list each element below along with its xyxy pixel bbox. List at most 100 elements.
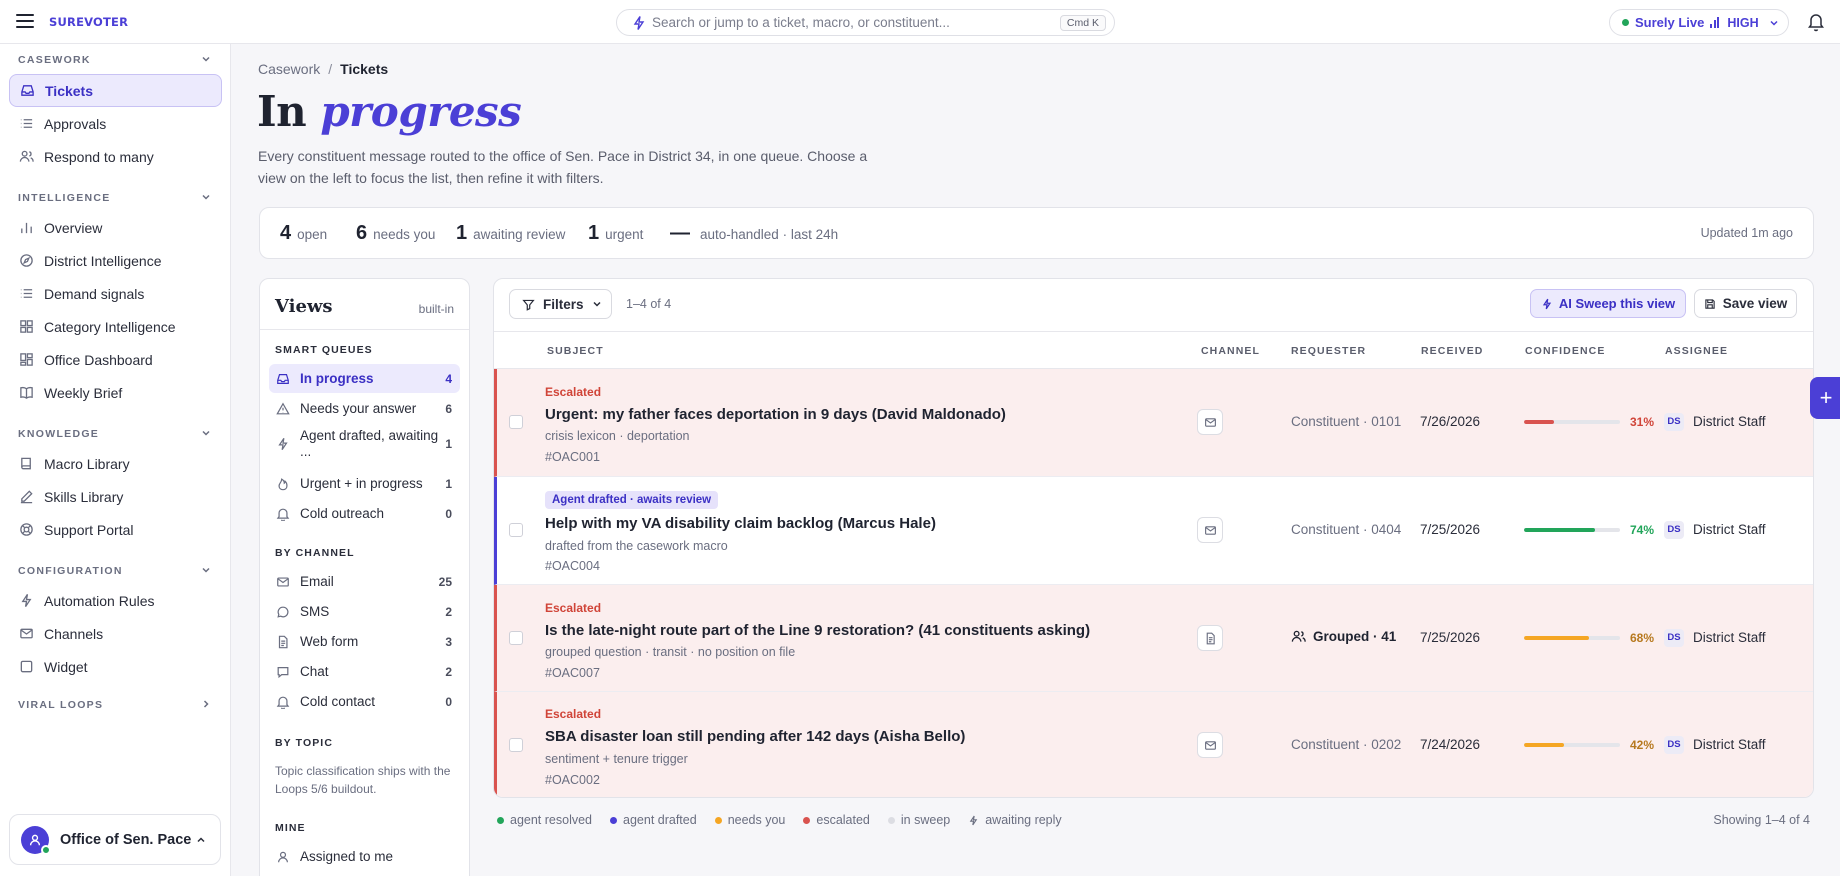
mail-icon bbox=[277, 576, 289, 587]
view-email[interactable]: Email 25 bbox=[269, 567, 460, 596]
chevron-down-icon[interactable] bbox=[200, 191, 212, 203]
view-label: Agent drafted, awaiting ... bbox=[300, 428, 439, 459]
assignee-initials: DS bbox=[1664, 413, 1684, 431]
sidebar-item-skills-library[interactable]: Skills Library bbox=[9, 480, 222, 513]
sidebar-item-macro-library[interactable]: Macro Library bbox=[9, 447, 222, 480]
sidebar-item-weekly-brief[interactable]: Weekly Brief bbox=[9, 376, 222, 409]
view-web-form[interactable]: Web form 3 bbox=[269, 627, 460, 656]
ticket-subject[interactable]: Help with my VA disability claim backlog… bbox=[545, 515, 936, 532]
sidebar-item-respond-to-many[interactable]: Respond to many bbox=[9, 140, 222, 173]
column-assignee[interactable]: ASSIGNEE bbox=[1665, 345, 1728, 357]
column-channel[interactable]: CHANNEL bbox=[1201, 345, 1260, 357]
view-sms[interactable]: SMS 2 bbox=[269, 597, 460, 626]
assignee-name[interactable]: District Staff bbox=[1693, 414, 1766, 429]
chevron-down-icon bbox=[592, 301, 601, 307]
channel-email bbox=[1197, 517, 1223, 543]
confidence-percent: 31% bbox=[1629, 415, 1654, 429]
confidence-bar bbox=[1524, 528, 1620, 532]
section-viral-loops[interactable]: VIRAL LOOPS bbox=[18, 699, 103, 711]
sparkle-icon bbox=[633, 16, 645, 30]
table-row[interactable]: Escalated Is the late-night route part o… bbox=[494, 585, 1813, 692]
row-checkbox[interactable] bbox=[509, 738, 523, 752]
bolt-icon bbox=[1542, 298, 1551, 309]
column-subject[interactable]: SUBJECT bbox=[547, 345, 604, 357]
legend-label: in sweep bbox=[900, 813, 951, 827]
received-date: 7/25/2026 bbox=[1420, 630, 1481, 645]
section-knowledge: KNOWLEDGE bbox=[18, 428, 100, 440]
sidebar-item-office-dashboard[interactable]: Office Dashboard bbox=[9, 343, 222, 376]
stat-open: 4 open bbox=[280, 222, 327, 245]
view-assigned-to-me[interactable]: Assigned to me bbox=[269, 842, 460, 871]
stat-awaiting-review: 1 awaiting review bbox=[456, 222, 565, 245]
by-topic-header: BY TOPIC bbox=[275, 737, 334, 749]
view-needs-your-answer[interactable]: Needs your answer 6 bbox=[269, 394, 460, 423]
assignee-name[interactable]: District Staff bbox=[1693, 630, 1766, 645]
office-switcher[interactable]: Office of Sen. Pace bbox=[9, 814, 221, 865]
view-chat[interactable]: Chat 2 bbox=[269, 657, 460, 686]
assignee-name[interactable]: District Staff bbox=[1693, 522, 1766, 537]
view-in-progress[interactable]: In progress 4 bbox=[269, 364, 460, 393]
chevron-down-icon[interactable] bbox=[200, 53, 212, 65]
breadcrumb-parent[interactable]: Casework bbox=[258, 61, 320, 77]
view-label: Needs your answer bbox=[300, 401, 417, 416]
chevron-down-icon[interactable] bbox=[200, 564, 212, 576]
row-checkbox[interactable] bbox=[509, 631, 523, 645]
column-requester[interactable]: REQUESTER bbox=[1291, 345, 1366, 357]
sidebar-item-overview[interactable]: Overview bbox=[9, 211, 222, 244]
mail-icon bbox=[20, 628, 33, 639]
sidebar-item-approvals[interactable]: Approvals bbox=[9, 107, 222, 140]
table-row[interactable]: Escalated SBA disaster loan still pendin… bbox=[494, 692, 1813, 797]
stat-label: awaiting review bbox=[473, 227, 566, 242]
sidebar-item-tickets[interactable]: Tickets bbox=[9, 74, 222, 107]
ticket-subject[interactable]: Is the late-night route part of the Line… bbox=[545, 622, 1090, 639]
confidence-fill bbox=[1524, 528, 1596, 532]
sidebar-item-widget[interactable]: Widget bbox=[9, 650, 222, 683]
bell-icon[interactable] bbox=[1807, 12, 1825, 32]
view-label: Cold contact bbox=[300, 694, 376, 709]
ticket-subject[interactable]: SBA disaster loan still pending after 14… bbox=[545, 728, 965, 745]
sidebar-item-label: Respond to many bbox=[44, 148, 154, 165]
sidebar-item-label: Overview bbox=[44, 219, 103, 236]
top-bar: SUREVOTER Search or jump to a ticket, ma… bbox=[0, 0, 1840, 44]
breadcrumb-separator: / bbox=[328, 61, 333, 77]
legend-label: needs you bbox=[727, 813, 786, 827]
ticket-subject[interactable]: Urgent: my father faces deportation in 9… bbox=[545, 406, 1006, 423]
assignee-name[interactable]: District Staff bbox=[1693, 737, 1766, 752]
view-cold-contact[interactable]: Cold contact 0 bbox=[269, 687, 460, 716]
tickets-panel: Filters 1–4 of 4 AI Sweep this view Save… bbox=[493, 278, 1814, 798]
chevron-down-icon[interactable] bbox=[200, 427, 212, 439]
chevron-right-icon[interactable] bbox=[200, 698, 212, 710]
column-received[interactable]: RECEIVED bbox=[1421, 345, 1483, 357]
ai-sweep-button[interactable]: AI Sweep this view bbox=[1530, 289, 1686, 318]
row-checkbox[interactable] bbox=[509, 415, 523, 429]
sidebar-item-district-intelligence[interactable]: District Intelligence bbox=[9, 244, 222, 277]
menu-icon[interactable] bbox=[16, 12, 34, 30]
save-view-button[interactable]: Save view bbox=[1694, 289, 1797, 318]
ticket-id: #OAC001 bbox=[545, 450, 600, 464]
search-input[interactable]: Search or jump to a ticket, macro, or co… bbox=[616, 9, 1115, 36]
column-confidence[interactable]: CONFIDENCE bbox=[1525, 345, 1605, 357]
view-agent-drafted[interactable]: Agent drafted, awaiting ... 1 bbox=[269, 424, 460, 464]
sidebar-item-label: Skills Library bbox=[44, 488, 124, 505]
view-urgent-in-progress[interactable]: Urgent + in progress 1 bbox=[269, 469, 460, 498]
sidebar-item-automation-rules[interactable]: Automation Rules bbox=[9, 584, 222, 617]
sidebar-item-category-intelligence[interactable]: Category Intelligence bbox=[9, 310, 222, 343]
app-logo[interactable]: SUREVOTER bbox=[49, 15, 128, 29]
sidebar-item-demand-signals[interactable]: Demand signals bbox=[9, 277, 222, 310]
row-checkbox[interactable] bbox=[509, 523, 523, 537]
users-icon bbox=[19, 150, 34, 162]
live-status-button[interactable]: Surely Live HIGH bbox=[1609, 9, 1789, 36]
filters-button[interactable]: Filters bbox=[509, 289, 612, 319]
confidence-bar bbox=[1524, 636, 1620, 640]
sidebar-item-channels[interactable]: Channels bbox=[9, 617, 222, 650]
add-button[interactable]: + bbox=[1810, 377, 1840, 419]
table-row[interactable]: Agent drafted · awaits review Help with … bbox=[494, 477, 1813, 585]
stat-label: open bbox=[297, 227, 328, 242]
sidebar-item-support-portal[interactable]: Support Portal bbox=[9, 513, 222, 546]
table-row[interactable]: Escalated Urgent: my father faces deport… bbox=[494, 369, 1813, 477]
view-cold-outreach[interactable]: Cold outreach 0 bbox=[269, 499, 460, 528]
view-label: Urgent + in progress bbox=[300, 476, 423, 491]
bolt-icon bbox=[21, 594, 32, 607]
sidebar-item-label: Approvals bbox=[44, 115, 107, 132]
user-icon bbox=[278, 851, 288, 862]
